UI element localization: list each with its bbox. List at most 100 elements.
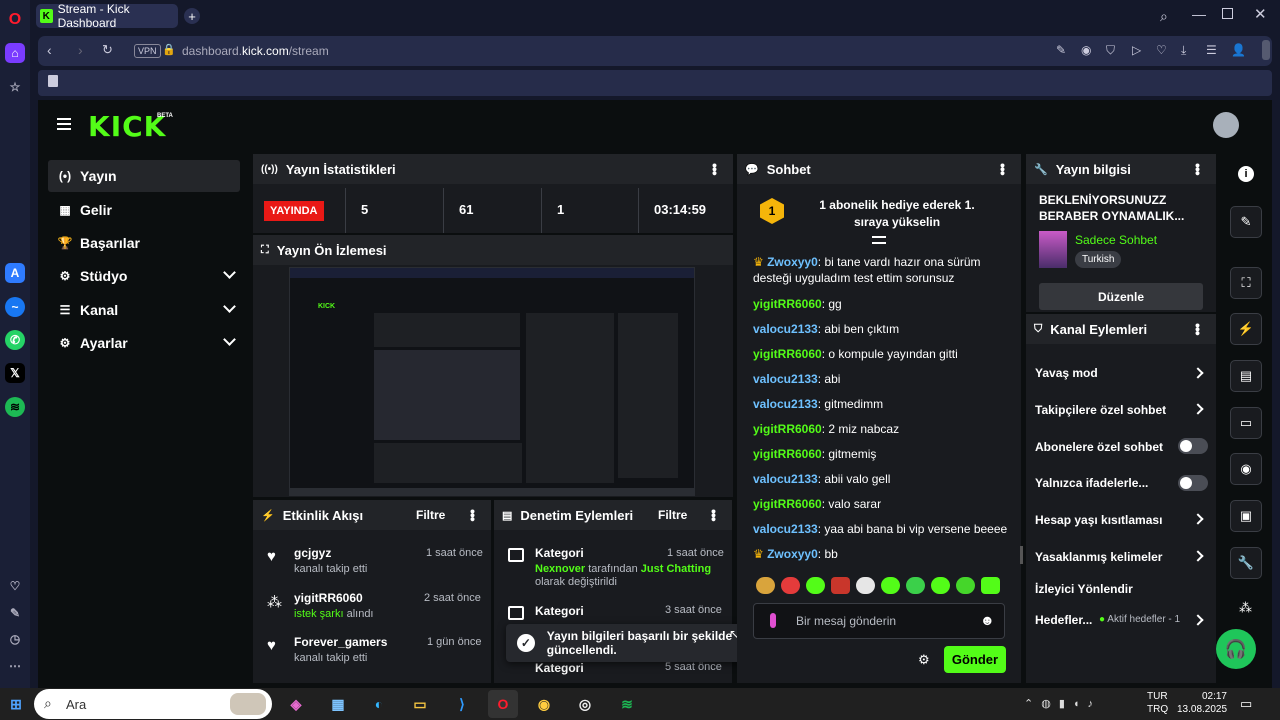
close-icon[interactable]: ✕ <box>1254 5 1267 23</box>
spotify-taskbar-icon[interactable]: ≋ <box>612 690 642 718</box>
vscode-icon[interactable]: ⟩ <box>447 690 477 718</box>
chat-icon[interactable]: ▭ <box>1230 407 1262 439</box>
chat-username[interactable]: Zwoxyy0 <box>767 547 818 561</box>
chat-username[interactable]: valocu2133 <box>753 397 818 411</box>
nav-ayarlar[interactable]: ⚙ Ayarlar <box>48 327 240 359</box>
scrollbar-handle[interactable] <box>1262 40 1270 60</box>
pencil-icon[interactable]: ✎ <box>1230 206 1262 238</box>
emote-icon[interactable] <box>906 577 925 594</box>
more-icon[interactable]: ⋯ <box>5 656 25 676</box>
slow-mode-item[interactable]: Yavaş mod <box>1035 366 1098 380</box>
chat-username[interactable]: valocu2133 <box>753 322 818 336</box>
emote-icon[interactable] <box>981 577 1000 594</box>
banned-words-item[interactable]: Yasaklanmış kelimeler <box>1035 550 1162 564</box>
emote-icon[interactable] <box>806 577 825 594</box>
whatsapp-icon[interactable]: ✆ <box>5 330 25 350</box>
wrench-icon[interactable]: 🔧 <box>1230 547 1262 579</box>
filter-button[interactable]: Filtre <box>416 508 445 522</box>
clock[interactable]: 02:17 13.08.2025 <box>1177 690 1227 716</box>
pinboard-icon[interactable]: ☆ <box>5 77 25 97</box>
edit-icon[interactable]: ✎ <box>5 603 25 623</box>
edge-icon[interactable]: ◐ <box>364 690 394 718</box>
emote-icon[interactable] <box>956 577 975 594</box>
nav-kanal[interactable]: ☰ Kanal <box>48 294 240 326</box>
x-twitter-icon[interactable]: 𝕏 <box>5 363 25 383</box>
account-age-item[interactable]: Hesap yaşı kısıtlaması <box>1035 513 1162 527</box>
language-indicator[interactable]: TUR TRQ <box>1147 690 1168 716</box>
emote-only-toggle[interactable] <box>1178 475 1208 491</box>
opera-taskbar-icon[interactable]: O <box>488 690 518 718</box>
chat-settings-icon[interactable]: ⚙ <box>918 652 930 668</box>
emote-icon[interactable] <box>831 577 850 594</box>
emote-icon[interactable] <box>881 577 900 594</box>
nav-yayin[interactable]: (•) Yayın <box>48 160 240 192</box>
emote-icon[interactable] <box>756 577 775 594</box>
chat-username[interactable]: valocu2133 <box>753 372 818 386</box>
download-icon[interactable]: ⤓ <box>1181 43 1186 58</box>
search-tabs-icon[interactable]: ⌕ <box>1160 8 1168 25</box>
new-tab-button[interactable]: + <box>184 8 200 24</box>
chat-username[interactable]: yigitRR6060 <box>753 297 822 311</box>
copilot-icon[interactable]: ◈ <box>281 690 311 718</box>
back-icon[interactable]: ‹ <box>47 42 52 58</box>
profile-icon[interactable]: 👤 <box>1231 43 1246 57</box>
bookmark-page-icon[interactable] <box>48 75 58 87</box>
messenger-icon[interactable]: ~ <box>5 297 25 317</box>
heart-icon[interactable]: ♡ <box>1156 43 1167 57</box>
url-field[interactable]: dashboard.kick.com/stream <box>182 44 329 58</box>
send-button[interactable]: Gönder <box>944 646 1006 673</box>
easy-setup-icon[interactable]: ☰ <box>1206 43 1217 57</box>
play-icon[interactable]: ▷ <box>1132 43 1141 57</box>
chat-username[interactable]: yigitRR6060 <box>753 422 822 436</box>
collapse-icon[interactable] <box>872 236 886 244</box>
menu-dots-icon[interactable]: ••• <box>707 163 723 175</box>
menu-dots-icon[interactable]: ••• <box>706 509 722 521</box>
share-icon[interactable]: ✎ <box>1056 43 1066 57</box>
menu-dots-icon[interactable]: ••• <box>1190 163 1206 175</box>
vpn-badge[interactable]: VPN <box>134 44 161 58</box>
preview-video[interactable]: KICK <box>289 267 695 496</box>
filter-button[interactable]: Filtre <box>658 508 687 522</box>
category-name[interactable]: Sadece Sohbet <box>1075 233 1157 247</box>
history-icon[interactable]: ◷ <box>5 629 25 649</box>
kick-logo[interactable]: KICK <box>88 110 166 143</box>
screen-capture-icon[interactable]: ⛶ <box>1230 267 1262 299</box>
activity-user[interactable]: Forever_gamers <box>294 635 387 649</box>
system-tray-icons[interactable]: ⌃◍▮◖♪ <box>1024 697 1101 710</box>
info-icon[interactable]: i <box>1238 166 1254 182</box>
notification-icon[interactable]: ▭ <box>1240 696 1252 712</box>
chat-username[interactable]: Zwoxyy0 <box>767 255 818 269</box>
hamburger-menu-icon[interactable] <box>57 118 71 130</box>
subscribers-only-toggle[interactable] <box>1178 438 1208 454</box>
layout-icon[interactable]: ▣ <box>1230 500 1262 532</box>
file-explorer-icon[interactable]: ▭ <box>405 690 435 718</box>
followers-only-item[interactable]: Takipçilere özel sohbet <box>1035 403 1166 417</box>
user-avatar[interactable] <box>1213 112 1239 138</box>
windows-start-icon[interactable]: ⊞ <box>1 690 31 718</box>
chat-input[interactable]: Bir mesaj gönderin ☻ <box>753 603 1005 639</box>
goals-item[interactable]: Hedefler... <box>1035 613 1092 627</box>
edit-button[interactable]: Düzenle <box>1039 283 1203 310</box>
forward-icon[interactable]: › <box>78 42 83 58</box>
heart-icon[interactable]: ♡ <box>5 576 25 596</box>
emote-icon[interactable] <box>781 577 800 594</box>
camera-icon[interactable]: ◉ <box>1081 43 1091 57</box>
chat-username[interactable]: yigitRR6060 <box>753 497 822 511</box>
menu-dots-icon[interactable]: ••• <box>995 163 1011 175</box>
lightning-icon[interactable]: ⚡ <box>1230 313 1262 345</box>
menu-dots-icon[interactable]: ••• <box>1190 323 1206 335</box>
support-icon[interactable]: 🎧 <box>1216 629 1256 669</box>
tab-kick-dashboard[interactable]: K Stream - Kick Dashboard <box>36 2 178 30</box>
obs-icon[interactable]: ◎ <box>570 690 600 718</box>
chat-username[interactable]: valocu2133 <box>753 472 818 486</box>
activity-user[interactable]: yigitRR6060 <box>294 591 363 605</box>
document-icon[interactable]: ▤ <box>1230 360 1262 392</box>
emote-icon[interactable] <box>931 577 950 594</box>
chat-scrollbar[interactable] <box>1020 546 1023 564</box>
nav-studyo[interactable]: ⚙ Stüdyo <box>48 260 240 292</box>
emote-icon[interactable] <box>856 577 875 594</box>
host-item[interactable]: İzleyici Yönlendir <box>1035 582 1133 596</box>
store-icon[interactable]: ▦ <box>323 690 353 718</box>
opera-logo-icon[interactable]: O <box>5 10 25 30</box>
broadcast-icon[interactable]: ◉ <box>1230 453 1262 485</box>
